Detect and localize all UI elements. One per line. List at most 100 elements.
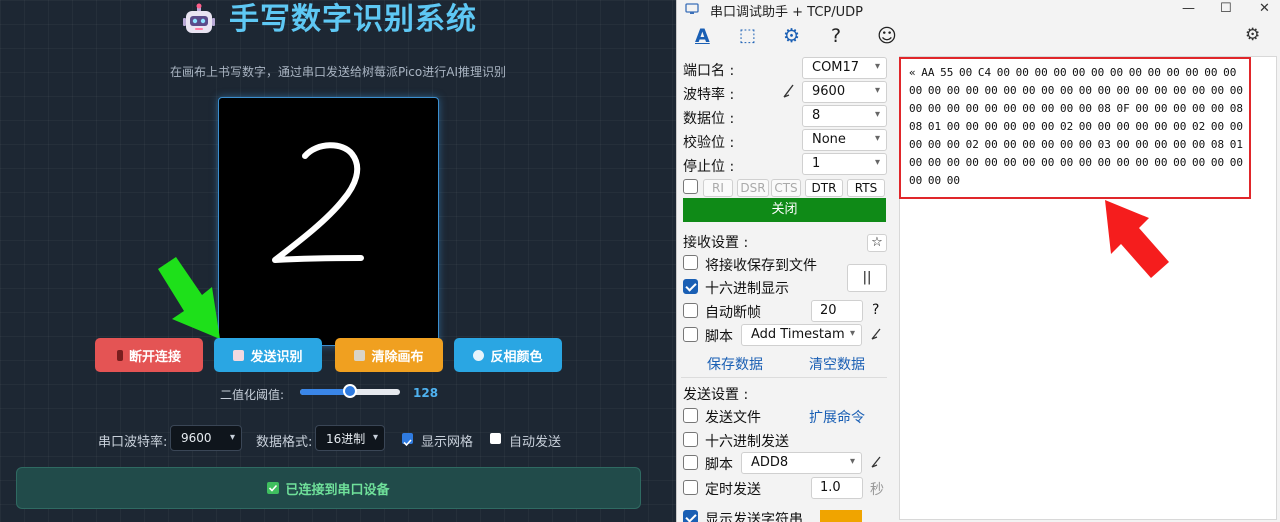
serial-assistant-window: 串口调试助手 + TCP/UDP — ☐ ✕ A ⬚ ⚙ ? ☺ ⚙ 端口名 :… (676, 0, 1280, 522)
divider (681, 377, 887, 378)
auto-send-label: 自动发送 (509, 435, 562, 450)
timed-send-checkbox[interactable] (683, 480, 698, 495)
ext-cmd-link[interactable]: 扩展命令 (809, 407, 865, 427)
port-label: 端口名 : (683, 63, 735, 79)
timed-interval-value: 1.0 (820, 480, 841, 495)
send-icon (233, 349, 245, 361)
chevron-down-icon: ▾ (229, 432, 235, 443)
threshold-label: 二值化阈值: (220, 388, 285, 402)
clear-data-link[interactable]: 清空数据 (809, 354, 865, 374)
tx-script-label: 脚本 (705, 457, 733, 473)
robot-icon (183, 3, 215, 33)
received-data-highlight: « AA 55 00 C4 00 00 00 00 00 00 00 00 00… (899, 57, 1251, 199)
check-icon (267, 482, 280, 494)
port-select[interactable]: COM17 ▾ (802, 57, 887, 79)
hex-display-checkbox[interactable] (683, 279, 698, 294)
baud-select[interactable]: 9600 ▾ (802, 81, 887, 103)
handwritten-digit (272, 142, 364, 263)
parity-label: 校验位 : (683, 135, 735, 151)
show-send-checkbox[interactable] (683, 510, 698, 522)
signal-rts[interactable]: RTS (847, 179, 885, 197)
settings-icon[interactable]: ⚙ (1245, 25, 1260, 45)
pen-icon[interactable] (870, 326, 884, 342)
rx-script-select[interactable]: Add Timestam ▾ (741, 324, 862, 346)
received-hex-data: « AA 55 00 C4 00 00 00 00 00 00 00 00 00… (909, 66, 1249, 187)
chevron-down-icon: ▾ (372, 432, 378, 443)
signal-dsr[interactable]: DSR (737, 179, 769, 197)
rx-script-label: 脚本 (705, 329, 733, 345)
close-window-button[interactable]: ✕ (1259, 1, 1270, 16)
stopbits-select[interactable]: 1 ▾ (802, 153, 887, 175)
data-format-select[interactable]: 16进制 ▾ (315, 425, 385, 451)
save-data-link[interactable]: 保存数据 (707, 354, 763, 374)
send-recognize-button[interactable]: 发送识别 (214, 338, 322, 372)
app-icon (685, 3, 699, 14)
save-to-file-checkbox[interactable] (683, 255, 698, 270)
tx-script-select[interactable]: ADD8 ▾ (741, 452, 862, 474)
plug-icon (116, 349, 123, 361)
minimize-button[interactable]: — (1182, 1, 1195, 16)
baud-label: 波特率 : (683, 87, 735, 103)
baud-rate-label: 串口波特率: (98, 435, 168, 450)
pen-icon[interactable] (870, 454, 884, 470)
annotation-arrow-red (1105, 200, 1169, 278)
tx-settings-title: 发送设置 : (683, 387, 749, 403)
data-format-value: 16进制 (326, 431, 366, 446)
rx-script-value: Add Timestam (751, 327, 845, 342)
color-swatch[interactable] (820, 510, 862, 522)
tx-script-checkbox[interactable] (683, 455, 698, 470)
clear-label: 清除画布 (371, 349, 424, 365)
threshold-slider[interactable] (300, 384, 400, 398)
rx-settings-title: 接收设置 : (683, 235, 749, 251)
databits-value: 8 (812, 108, 821, 123)
save-to-file-label: 将接收保存到文件 (705, 258, 817, 274)
disconnect-label: 断开连接 (128, 349, 181, 365)
star-icon[interactable]: ☆ (867, 234, 887, 252)
drawing-canvas[interactable] (218, 97, 439, 346)
hex-send-checkbox[interactable] (683, 432, 698, 447)
signal-cts[interactable]: CTS (771, 179, 801, 197)
connection-status-text: 已连接到串口设备 (285, 482, 390, 498)
frame-ms-input[interactable]: 20 ms (811, 300, 863, 338)
baud-rate-select[interactable]: 9600 ▾ (170, 425, 242, 451)
timed-interval-input[interactable]: 1.0 (811, 477, 863, 499)
close-port-button[interactable]: 关闭 (683, 198, 886, 222)
pen-icon[interactable] (781, 82, 797, 100)
invert-label: 反相颜色 (490, 349, 543, 365)
timed-send-label: 定时发送 (705, 482, 761, 498)
digit-recognition-app: 手写数字识别系统 在画布上书写数字，通过串口发送给树莓派Pico进行AI推理识别… (0, 0, 676, 522)
send-file-checkbox[interactable] (683, 408, 698, 423)
clear-canvas-button[interactable]: 清除画布 (335, 338, 443, 372)
emoji-icon[interactable]: ☺ (877, 25, 897, 47)
chart-icon[interactable]: ⬚ (739, 25, 756, 46)
databits-select[interactable]: 8 ▾ (802, 105, 887, 127)
send-label: 发送识别 (250, 349, 303, 365)
help-icon[interactable]: ? (872, 302, 879, 318)
rx-script-checkbox[interactable] (683, 327, 698, 342)
pause-button[interactable]: || (847, 264, 887, 292)
signal-ri[interactable]: RI (703, 179, 733, 197)
chevron-down-icon: ▾ (874, 133, 880, 144)
signal-checkbox[interactable] (683, 179, 698, 194)
auto-send-checkbox[interactable] (490, 433, 501, 444)
invert-colors-button[interactable]: 反相颜色 (454, 338, 562, 372)
threshold-slider-knob[interactable] (343, 384, 357, 398)
page-subtitle: 在画布上书写数字，通过串口发送给树莓派Pico进行AI推理识别 (170, 65, 506, 79)
toolbar: A ⬚ ⚙ ? ☺ ⚙ (677, 22, 1280, 52)
disconnect-button[interactable]: 断开连接 (95, 338, 203, 372)
show-grid-checkbox[interactable] (402, 433, 413, 447)
signal-dtr[interactable]: DTR (805, 179, 843, 197)
parity-select[interactable]: None ▾ (802, 129, 887, 151)
frame-ms-value: 20 (820, 303, 837, 318)
chevron-down-icon: ▾ (874, 109, 880, 120)
plugin-icon[interactable]: ⚙ (783, 25, 800, 47)
settings-panel: 端口名 : COM17 ▾ 波特率 : 9600 ▾ 数据位 : 8 ▾ 校验位 : … (677, 52, 891, 522)
help-icon[interactable]: ? (831, 25, 841, 47)
trash-icon (354, 349, 366, 361)
timed-unit: 秒 (870, 482, 884, 498)
connection-status-bar: 已连接到串口设备 (16, 467, 641, 509)
maximize-button[interactable]: ☐ (1220, 1, 1232, 16)
auto-frame-checkbox[interactable] (683, 303, 698, 318)
font-icon[interactable]: A (695, 25, 710, 47)
baud-rate-value: 9600 (181, 431, 212, 445)
